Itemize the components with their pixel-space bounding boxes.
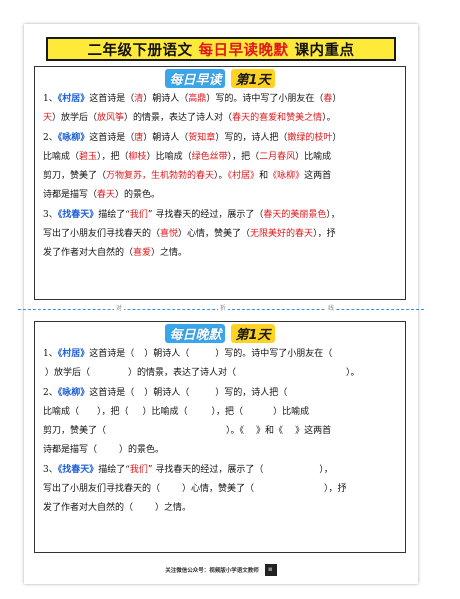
morning-line-6: 诗都是描写（春天）的景色。 [43, 190, 161, 201]
evening-line-2: ）放学后（ ）的情景，表达了诗人对（）。 [45, 368, 360, 379]
evening-line-8: 写出了小朋友们寻找春天的（ ）心情，赞美了（ ），抒 [43, 484, 347, 495]
footer: 关注微信公众号：视频版小学语文教师 [24, 564, 418, 576]
footer-text: 关注微信公众号：视频版小学语文教师 [165, 568, 259, 574]
morning-line-3: 2、《咏柳》这首诗是（唐）朝诗人（贺知章）写的，诗人把（嫩绿的枝叶） [43, 132, 342, 143]
morning-text: 1、《村居》这首诗是（清）朝诗人（高鼎）写的。诗中写了小朋友在（春） 天）放学后… [35, 88, 405, 264]
title-daily: 每日早读晚默 [198, 42, 289, 59]
evening-line-3: 2、《咏柳》这首诗是（ ）朝诗人（ ）写的，诗人把（ [43, 387, 288, 398]
evening-line-7: 3、《找春天》描绘了“我们” 寻找春天的经过，展示了（）， [43, 464, 333, 475]
evening-heading-day: 第1天 [231, 324, 275, 343]
morning-line-5: 剪刀，赞美了（万物复苏，生机勃勃的春天）。《村居》和《咏柳》这两首 [43, 171, 332, 182]
evening-line-1: 1、《村居》这首诗是（ ）朝诗人（ ）写的。诗中写了小朋友在（ [43, 349, 333, 359]
fold-label-1: 对 [114, 303, 125, 312]
evening-text: 1、《村居》这首诗是（ ）朝诗人（ ）写的。诗中写了小朋友在（ ）放学后（ ）的情景，… [35, 343, 405, 519]
evening-heading-label: 每日晚默 [165, 324, 226, 343]
morning-line-9: 发了作者对大自然的（喜爱）之情。 [43, 248, 188, 259]
evening-line-6: 诗都是描写（ ）的景色。 [43, 445, 165, 456]
evening-line-4: 比喻成（ ），把（ ）比喻成（ ），把（ ）比喻成 [43, 406, 310, 417]
qr-code-icon [264, 564, 277, 576]
morning-line-4: 比喻成（碧玉），把（柳枝）比喻成（绿色丝带），把（二月春风）比喻成 [43, 151, 332, 162]
page-title: 二年级下册语文 每日早读晚默 课内重点 [46, 37, 396, 61]
morning-reading-card: 每日早读 第1天 1、《村居》这首诗是（清）朝诗人（高鼎）写的。诗中写了小朋友在… [34, 66, 406, 300]
evening-card-heading: 每日晚默 第1天 [35, 324, 405, 343]
morning-line-8: 写出了小朋友们寻找春天的（喜悦）心情，赞美了（无限美好的春天），抒 [43, 229, 336, 240]
evening-line-5: 剪刀，赞美了（ ）。《 》和《 》这两首 [43, 426, 332, 437]
worksheet-page: 二年级下册语文 每日早读晚默 课内重点 每日早读 第1天 1、《村居》这首诗是（… [18, 24, 424, 584]
fold-label-2: 折 [218, 303, 229, 312]
morning-line-1: 1、《村居》这首诗是（清）朝诗人（高鼎）写的。诗中写了小朋友在（春） [43, 94, 342, 104]
morning-card-heading: 每日早读 第1天 [35, 69, 405, 88]
morning-line-2: 天）放学后（放风筝）的情景，表达了诗人对（春天的喜爱和赞美之情）。 [43, 113, 336, 124]
title-key: 课内重点 [294, 42, 355, 59]
title-grade: 二年级下册语文 [87, 42, 193, 59]
fold-label-3: 线 [326, 303, 337, 312]
evening-dictation-card: 每日晚默 第1天 1、《村居》这首诗是（ ）朝诗人（ ）写的。诗中写了小朋友在（ ）… [34, 321, 406, 553]
fold-line: 对 折 线 [18, 303, 424, 315]
morning-heading-day: 第1天 [231, 69, 275, 88]
morning-heading-label: 每日早读 [165, 69, 226, 88]
evening-line-9: 发了作者对大自然的（ ）之情。 [43, 503, 192, 514]
morning-line-7: 3、《找春天》描绘了“我们” 寻找春天的经过，展示了（春天的美丽景色）， [43, 209, 340, 220]
